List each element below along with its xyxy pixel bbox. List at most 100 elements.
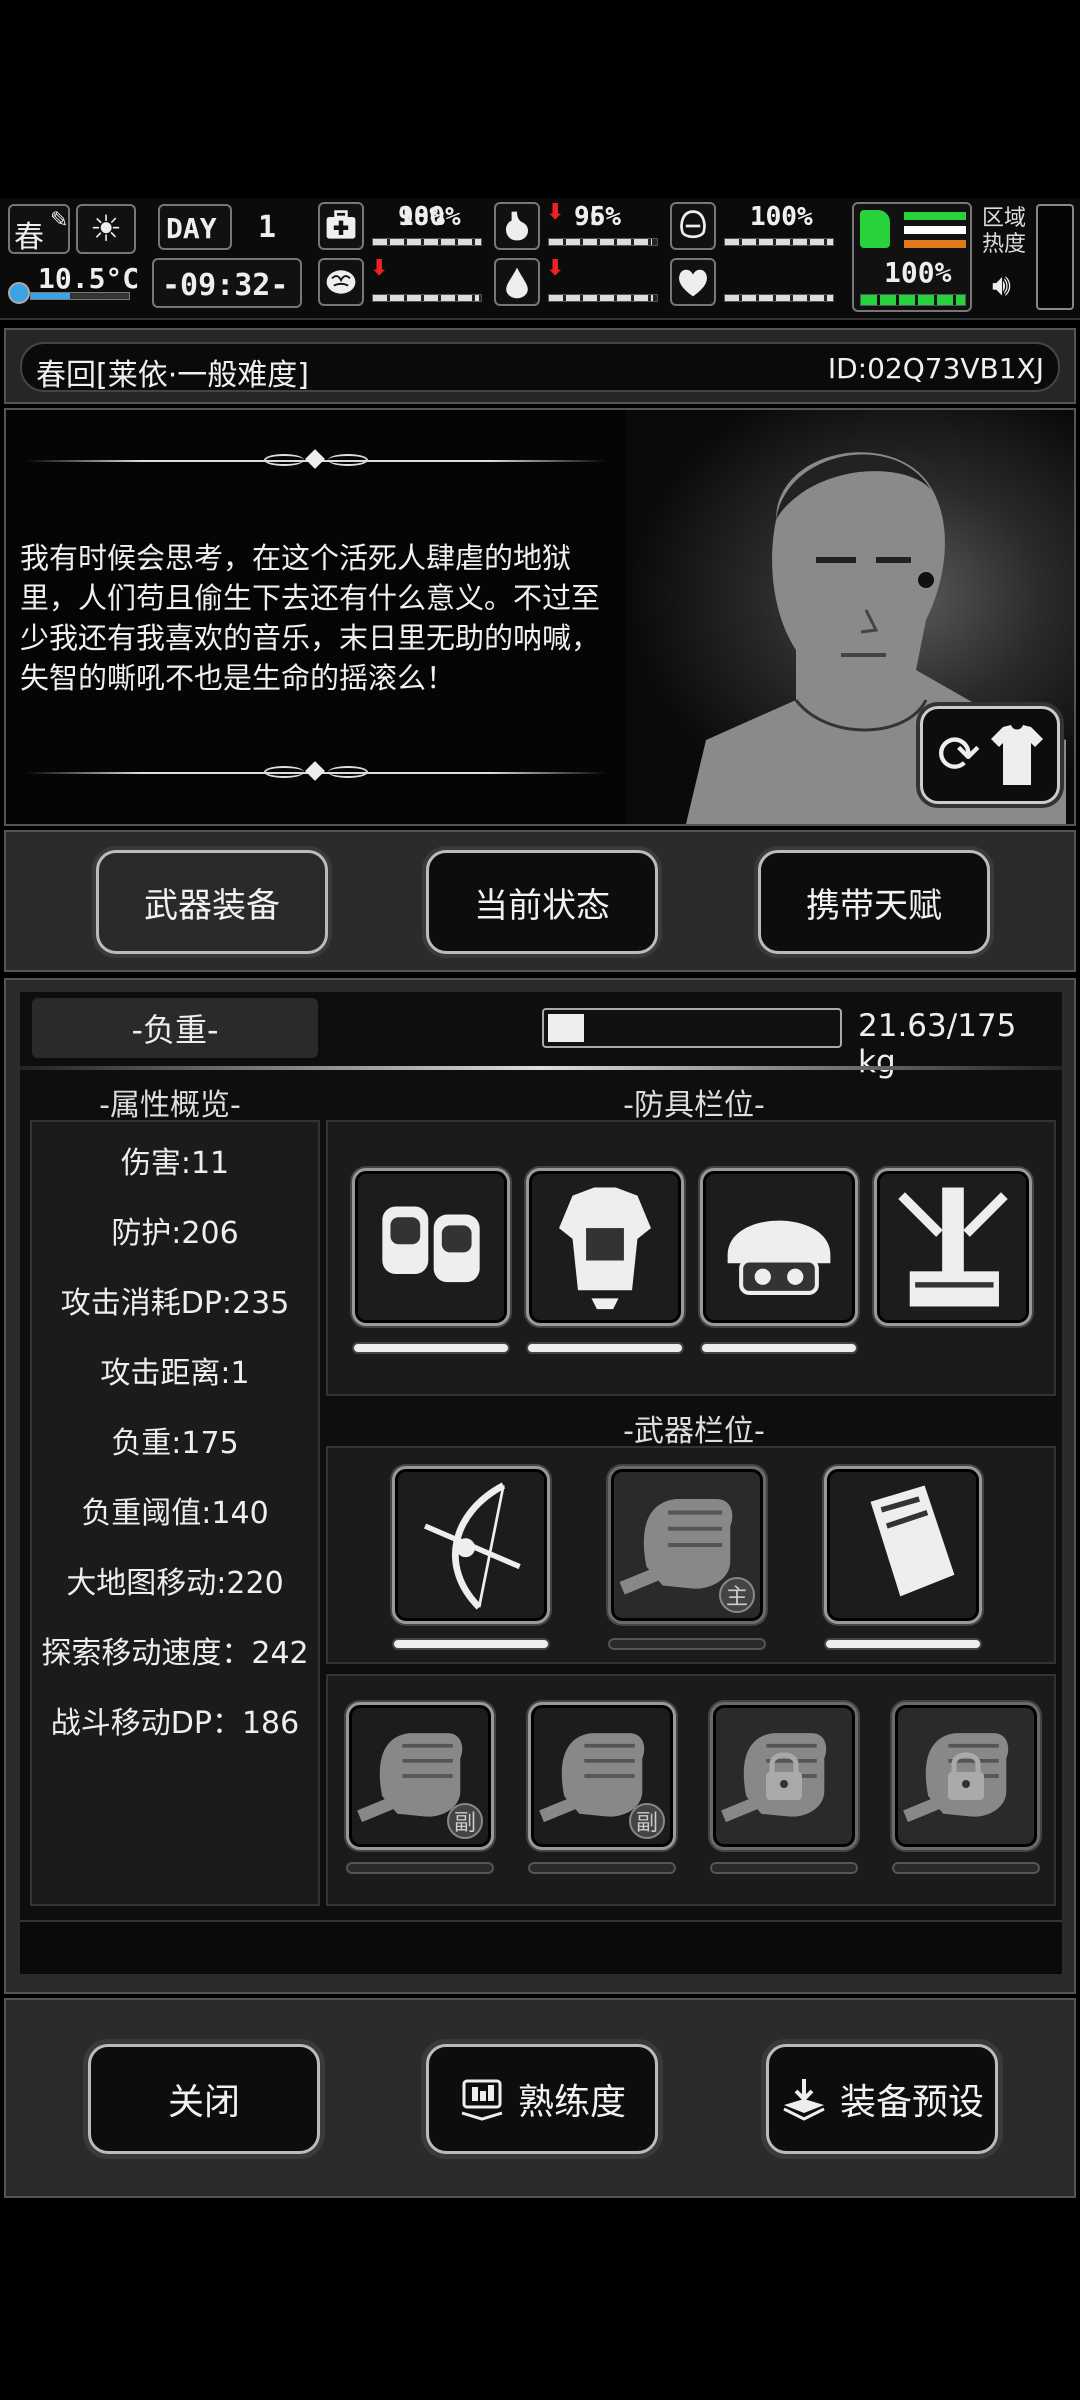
- armor-slot[interactable]: [700, 1168, 858, 1326]
- weapon-slot[interactable]: 主: [608, 1466, 766, 1624]
- season-label: 春: [14, 220, 44, 255]
- day-number: 1: [258, 210, 277, 245]
- attribute-item: 防护:206: [111, 1216, 239, 1251]
- equipment-inner: -负重- 21.63/175 kg -属性概览- 伤害:11 防护:206 攻击消耗…: [20, 992, 1062, 1974]
- secondary-weapon-slot[interactable]: [710, 1702, 858, 1850]
- durability-bar: [352, 1342, 510, 1354]
- preset-label: 装备预设: [839, 2082, 984, 2123]
- durability-bar: [824, 1638, 982, 1650]
- tab-current-status[interactable]: 当前状态: [426, 850, 658, 954]
- story-text: 我有时候会思考，在这个活死人肆虐的地狱里，人们苟且偷生下去还有什么意义。不过至少…: [20, 541, 601, 695]
- thermometer-icon: [8, 282, 30, 304]
- ornament-swirl-icon: [264, 766, 304, 778]
- slot-badge: 副: [629, 1803, 665, 1839]
- weapon-slot[interactable]: [392, 1466, 550, 1624]
- stat-bar: [372, 238, 482, 246]
- zone-heat-meter: [1036, 204, 1074, 310]
- character-title: 春回[莱依·一般难度]: [36, 358, 309, 393]
- bladder-icon: [670, 202, 716, 250]
- ornament-swirl-icon: [264, 454, 304, 466]
- proficiency-icon: [461, 2079, 503, 2121]
- temperature-value: 10.5°C: [38, 262, 140, 295]
- clock-time: -09:32-: [162, 268, 289, 303]
- water-drop-icon: [494, 258, 540, 306]
- tab-label: 携带天赋: [806, 885, 942, 926]
- proficiency-button[interactable]: 熟练度: [426, 2044, 658, 2154]
- ornament-swirl-icon: [328, 454, 368, 466]
- armor-slot[interactable]: [352, 1168, 510, 1326]
- slot-badge: 副: [447, 1803, 483, 1839]
- attribute-item: 攻击距离:1: [100, 1356, 250, 1391]
- attribute-item: 大地图移动:220: [66, 1566, 284, 1601]
- durability-bar: [710, 1862, 858, 1874]
- durability-bar: [608, 1638, 766, 1650]
- attribute-item: 攻击消耗DP:235: [60, 1286, 290, 1321]
- padlock-icon: [944, 1750, 988, 1802]
- status-hud: 春 ✎ ☀ 10.5°C DAY 1 -09:32- 100% ⬇ 95% 100% ⬇…: [0, 198, 1080, 320]
- helmet-icon: [727, 1220, 831, 1295]
- tab-label: 当前状态: [474, 885, 610, 926]
- weapon-slot[interactable]: [824, 1466, 982, 1624]
- tab-label: 武器装备: [144, 885, 280, 926]
- proficiency-label: 熟练度: [517, 2082, 626, 2123]
- stat-bar: [548, 238, 658, 246]
- ornament-swirl-icon: [328, 766, 368, 778]
- stamina-box: 100%: [852, 202, 972, 312]
- ornament-bottom-icon: [305, 761, 325, 781]
- speaker-icon[interactable]: 🔊︎: [992, 268, 1011, 303]
- attribute-item: 伤害:11: [120, 1146, 230, 1181]
- tab-carried-talents[interactable]: 携带天赋: [758, 850, 990, 954]
- tab-weapons-equipment[interactable]: 武器装备: [96, 850, 328, 954]
- attributes-list: 伤害:11 防护:206 攻击消耗DP:235 攻击距离:1 负重:175 负重阈值:14…: [30, 1120, 320, 1906]
- weight-bar: [542, 1008, 842, 1048]
- body-armor-icon: [559, 1187, 651, 1310]
- stamina-bar: [860, 294, 966, 306]
- knee-pads-icon: [382, 1206, 480, 1283]
- panel-footer: [20, 1920, 1062, 1974]
- temperature-bar: [30, 292, 130, 300]
- season-box: 春 ✎: [8, 204, 70, 255]
- durability-bar: [526, 1342, 684, 1354]
- divider: [20, 1066, 1062, 1070]
- equipment-preset-button[interactable]: 装备预设: [766, 2044, 998, 2154]
- durability-bar: [392, 1638, 550, 1650]
- secondary-weapon-slot[interactable]: 副: [528, 1702, 676, 1850]
- day-label: DAY: [166, 212, 217, 245]
- header-inner: 春回[莱依·一般难度] ID:02Q73VB1XJ: [20, 342, 1060, 393]
- change-outfit-button[interactable]: ⟳: [920, 706, 1060, 804]
- story-panel: 我有时候会思考，在这个活死人肆虐的地狱里，人们苟且偷生下去还有什么意义。不过至少…: [4, 408, 1076, 826]
- stripe-orange: [904, 240, 966, 248]
- stat-value: 98%: [398, 202, 445, 232]
- time-box: -09:32-: [152, 258, 302, 308]
- heart-icon: [670, 258, 716, 306]
- stripe-white: [904, 226, 966, 234]
- boot-icon: [860, 210, 890, 248]
- weight-label: -负重-: [32, 998, 318, 1058]
- slot-badge: 主: [719, 1577, 755, 1613]
- supply-box-icon: [870, 1485, 955, 1597]
- day-box: DAY: [158, 204, 232, 250]
- refresh-icon: ⟳: [937, 725, 981, 785]
- preset-download-icon: [783, 2079, 825, 2121]
- attributes-title: -属性概览-: [99, 1088, 241, 1123]
- shirt-icon: [989, 723, 1045, 787]
- decrease-arrow-icon: ⬇: [370, 256, 389, 281]
- durability-bar: [528, 1862, 676, 1874]
- secondary-weapon-slot[interactable]: [892, 1702, 1040, 1850]
- padlock-icon: [762, 1750, 806, 1802]
- stamina-value: 100%: [884, 256, 952, 289]
- stat-value: 100%: [750, 202, 813, 232]
- armor-slot[interactable]: [874, 1168, 1032, 1326]
- stat-value: 96%: [574, 202, 621, 232]
- medkit-icon: [318, 202, 364, 250]
- stripe-green: [904, 212, 966, 220]
- weapon-slots: 主: [326, 1446, 1056, 1664]
- close-button[interactable]: 关闭: [88, 2044, 320, 2154]
- durability-bar: [346, 1862, 494, 1874]
- stat-bar: [372, 294, 482, 302]
- stat-bar: [548, 294, 658, 302]
- close-label: 关闭: [167, 2082, 240, 2123]
- armor-slot[interactable]: [526, 1168, 684, 1326]
- secondary-weapon-slot[interactable]: 副: [346, 1702, 494, 1850]
- stat-bar: [724, 238, 834, 246]
